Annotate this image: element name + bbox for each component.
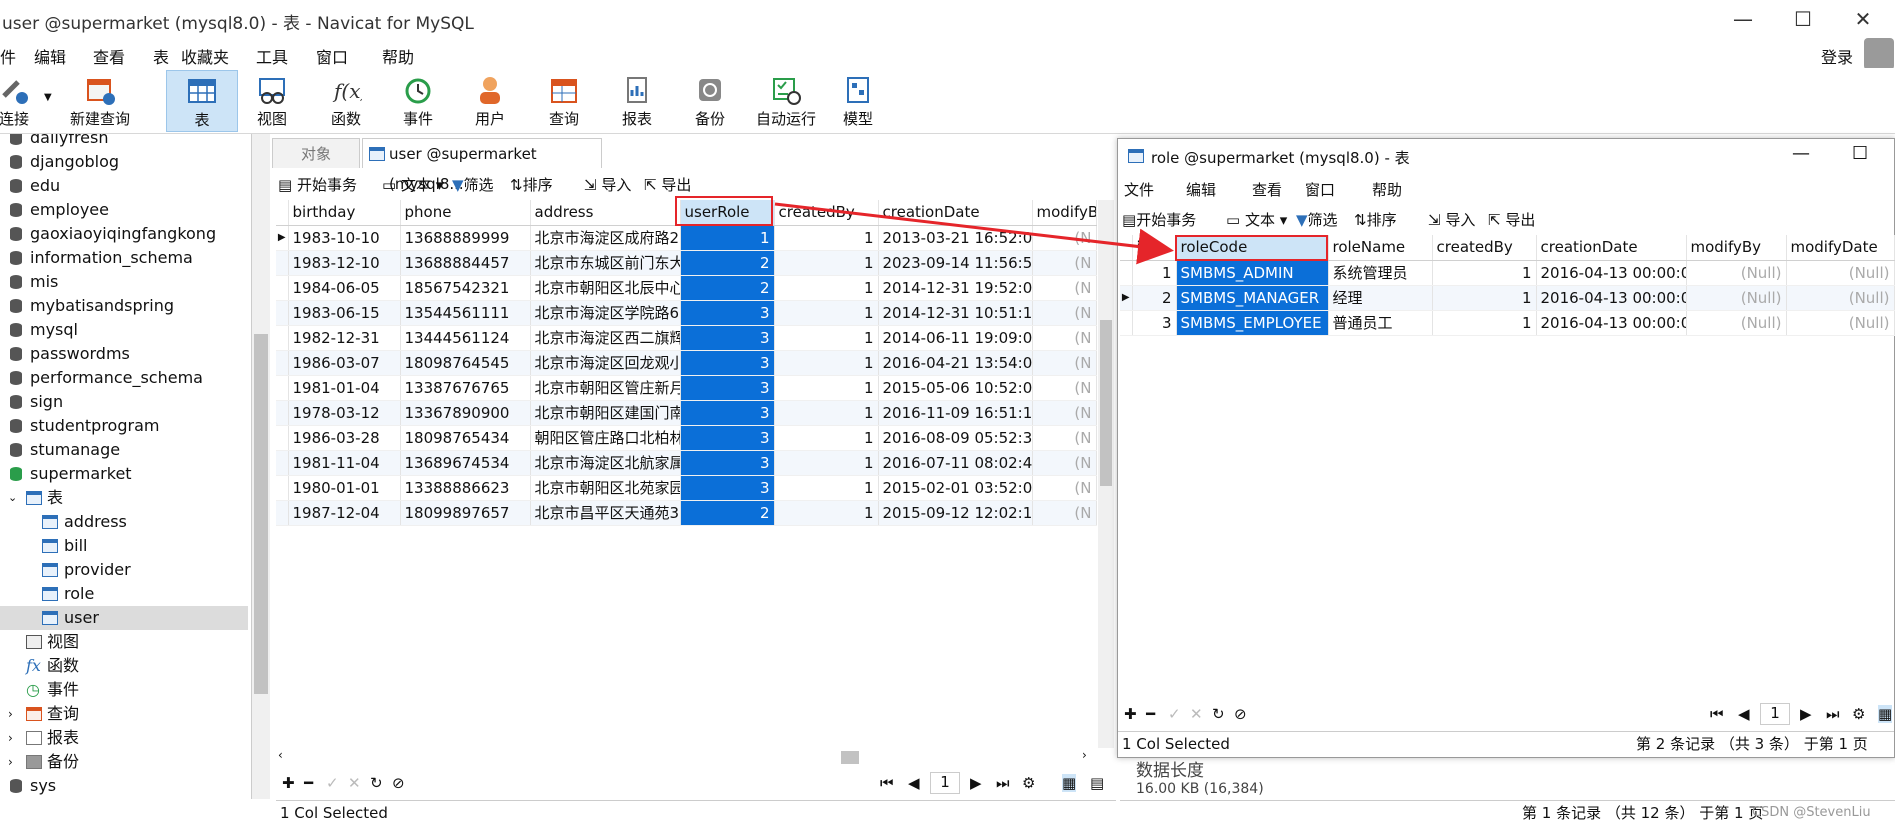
annotation-arrow bbox=[774, 202, 1174, 265]
